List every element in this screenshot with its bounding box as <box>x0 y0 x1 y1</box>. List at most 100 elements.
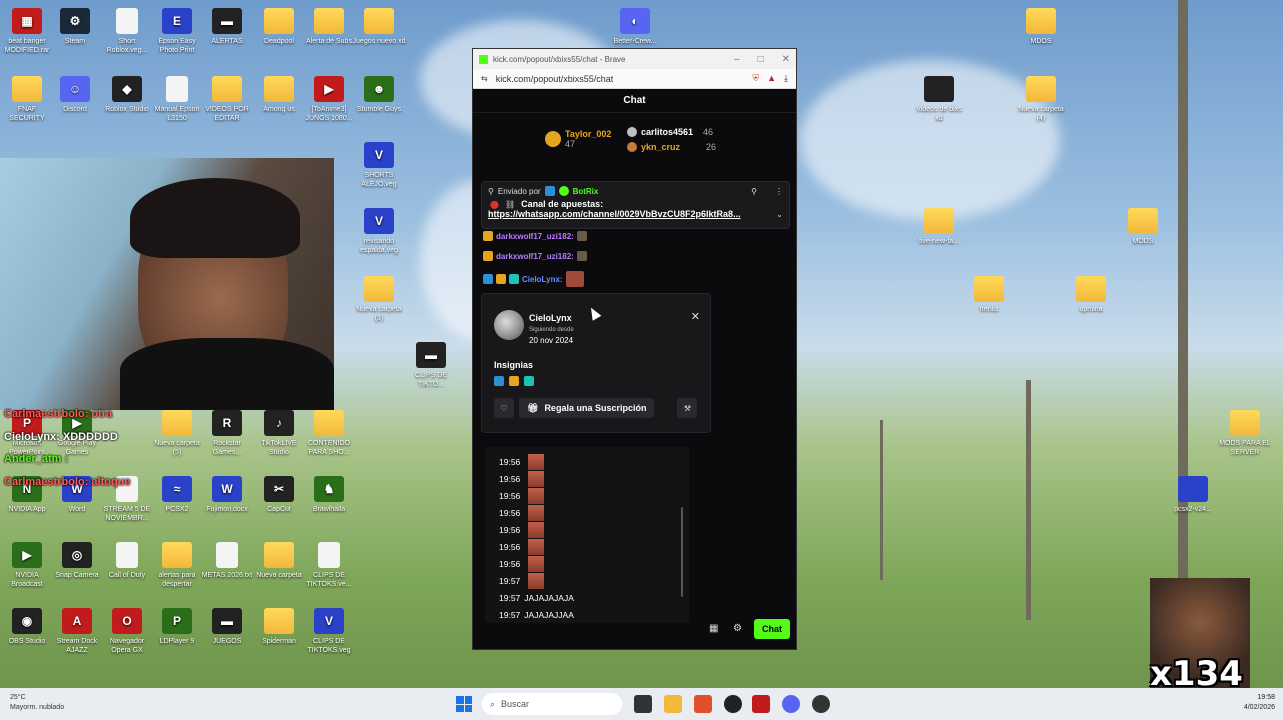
address-bar[interactable]: ⇆ kick.com/popout/xbixs55/chat ⛨ ▲ ⤓ <box>473 69 796 89</box>
more-options-icon[interactable]: ⋮ <box>775 187 783 196</box>
desktop-icon[interactable]: Nueva carpeta (5) <box>150 410 204 457</box>
desktop-icon[interactable]: Nueva carpeta (4) <box>1014 76 1068 123</box>
discord-icon[interactable] <box>782 695 800 713</box>
desktop-icon[interactable]: frenlis <box>962 276 1016 314</box>
desktop-icon[interactable]: Deadpool <box>252 8 306 46</box>
download-icon[interactable]: ⤓ <box>784 73 788 84</box>
desktop-icon[interactable]: pcsx2-v24... <box>1166 476 1220 514</box>
desktop-icon[interactable]: Manual Epson L3150 <box>150 76 204 123</box>
brave-icon[interactable] <box>694 695 712 713</box>
leaderboard-icon[interactable]: ▦ <box>709 623 718 634</box>
weather-widget[interactable]: 25°C Mayorm. nublado <box>10 693 64 713</box>
chat-username[interactable]: darkxwolf17_uzi182: <box>496 232 574 241</box>
desktop-icon[interactable]: upmina <box>1064 276 1118 314</box>
desktop-icon[interactable]: Nueva carpeta <box>252 542 306 580</box>
desktop-icon[interactable]: Vrevisando espalda.veg <box>352 208 406 255</box>
desktop-icon[interactable]: Spiderman <box>252 608 306 646</box>
leaderboard-entry[interactable]: Taylor_002 47 <box>545 129 611 149</box>
desktop-icon[interactable]: Videos de bixs xd <box>912 76 966 123</box>
expand-chevron-icon[interactable]: ⌄ <box>776 210 783 219</box>
desktop-icon[interactable]: ◆ Roblox Studio <box>100 76 154 114</box>
user-card-username[interactable]: CieloLynx <box>529 313 572 323</box>
close-icon[interactable]: ✕ <box>691 310 700 323</box>
desktop-icon[interactable]: FNAF SECURITY <box>0 76 54 123</box>
desktop-icon[interactable]: ▦ beat banger MODIFIED.rar <box>0 8 54 55</box>
desktop-icon[interactable]: V SHORTS ALEJO.veg <box>352 142 406 189</box>
chat-message[interactable]: darkxwolf17_uzi182: <box>483 231 587 241</box>
brave-shield-icon[interactable]: ⛨ <box>752 73 759 84</box>
site-info-icon[interactable]: ⇆ <box>481 74 488 83</box>
desktop-icon[interactable]: ♪ TikTokLIVE Studio <box>252 410 306 457</box>
leaderboard-entry[interactable]: ykn_cruz 26 <box>627 142 716 152</box>
desktop-icon[interactable]: ≈ PCSX2 <box>150 476 204 514</box>
desktop-icon[interactable]: Among us <box>252 76 306 114</box>
send-chat-button[interactable]: Chat <box>754 619 790 639</box>
chat-message[interactable]: CieloLynx: <box>483 271 584 287</box>
gear-icon[interactable]: ⚙ <box>733 623 742 634</box>
xbox-icon[interactable] <box>812 695 830 713</box>
desktop-icon[interactable]: ▬ JUEGOS <box>200 608 254 646</box>
window-titlebar[interactable]: kick.com/popout/xbixs55/chat - Brave – □… <box>473 49 796 69</box>
follow-heart-button[interactable]: ♡ <box>494 398 514 418</box>
stream-dock-icon[interactable] <box>752 695 770 713</box>
app-icon: ♪ <box>264 410 294 436</box>
unpin-icon[interactable]: ⚲ <box>751 187 757 196</box>
desktop-icon[interactable]: R Rockstar Games... <box>200 410 254 457</box>
desktop-icon[interactable]: ☻ Stumble Guys <box>352 76 406 114</box>
leaderboard-entry[interactable]: carlitos4561 46 <box>627 127 713 137</box>
desktop-icon[interactable]: O Navegador Opera GX <box>100 608 154 655</box>
obs-icon[interactable] <box>724 695 742 713</box>
desktop-icon[interactable]: MDOS <box>1014 8 1068 46</box>
gift-subscription-button[interactable]: 🎁︎ Regala una Suscripción <box>519 398 655 418</box>
desktop-icon[interactable]: ◎ Snap Camera <box>50 542 104 580</box>
desktop-icon[interactable]: ☺ Discord <box>48 76 102 114</box>
brave-rewards-icon[interactable]: ▲ <box>767 73 776 84</box>
mod-action-button[interactable]: ⚒ <box>677 398 698 418</box>
chat-username[interactable]: CieloLynx: <box>522 275 563 284</box>
desktop-icon[interactable]: ▬ CLIPS DE TIKTO... <box>404 342 458 389</box>
app-icon: ◐ <box>620 8 650 34</box>
desktop-icon[interactable]: ◉ OBS Studio <box>0 608 54 646</box>
desktop-icon[interactable]: V CLIPS DE TIKTOKS.veg <box>302 608 356 655</box>
desktop-icon[interactable]: W Fujimori.docx <box>200 476 254 514</box>
desktop-icon[interactable]: A Stream Dock AJAZZ <box>50 608 104 655</box>
desktop-icon[interactable]: ▶ NVIDIA Broadcast <box>0 542 54 589</box>
desktop-icon[interactable]: CONTENIDO PARA SHO... <box>302 410 356 457</box>
start-button[interactable] <box>456 696 472 712</box>
pinned-sender[interactable]: BotRix <box>573 187 599 196</box>
desktop-icon[interactable]: VIDEOS POR EDITAR <box>200 76 254 123</box>
desktop-icon[interactable]: five-new-fa... <box>912 208 966 246</box>
desktop-icon[interactable]: MODS PARA EL SERVER <box>1218 410 1272 457</box>
system-tray-clock[interactable]: 19:58 4/02/2026 <box>1244 693 1275 713</box>
close-icon[interactable]: ✕ <box>782 54 790 65</box>
desktop-icon[interactable]: ⚙ Steam <box>48 8 102 46</box>
desktop-icon[interactable]: Short Roblox.veg... <box>100 8 154 55</box>
url-text[interactable]: kick.com/popout/xbixs55/chat <box>496 74 614 84</box>
taskbar-search[interactable]: ⌕ Buscar <box>482 693 622 715</box>
desktop-icon[interactable]: Call of Duty <box>100 542 154 580</box>
task-view-icon[interactable] <box>634 695 652 713</box>
desktop-icon[interactable]: MODS <box>1116 208 1170 246</box>
desktop-icon[interactable]: P LDPlayer 9 <box>150 608 204 646</box>
desktop-icon-label: Nueva carpeta (5) <box>154 440 200 456</box>
desktop-icon[interactable]: ▶ [ToAnime3] JUNGS 1080... <box>302 76 356 123</box>
desktop-icon[interactable]: ✂ CapCut <box>252 476 306 514</box>
desktop-icon[interactable]: E Epson Easy Photo Print <box>150 8 204 55</box>
desktop-icon[interactable]: ♞ Brawlhalla <box>302 476 356 514</box>
app-icon: ♞ <box>314 476 344 502</box>
pinned-link[interactable]: https://whatsapp.com/channel/0029VbBvzCU… <box>488 209 741 219</box>
chat-username[interactable]: darkxwolf17_uzi182: <box>496 252 574 261</box>
desktop-icon[interactable]: ◐ Better-Crew... <box>608 8 662 46</box>
maximize-icon[interactable]: □ <box>758 54 764 65</box>
desktop-icon[interactable]: METAS 2026.txt <box>200 542 254 580</box>
desktop-icon[interactable]: Juegos nuevo xd <box>352 8 406 46</box>
desktop-icon[interactable]: Nueva carpeta (3) <box>352 276 406 323</box>
chat-message[interactable]: darkxwolf17_uzi182: <box>483 251 587 261</box>
desktop-icon[interactable]: CLIPS DE TIKTOKS.ve... <box>302 542 356 589</box>
desktop-icon[interactable]: Alerta de Subs <box>302 8 356 46</box>
desktop-icon[interactable]: ▬ ALERTAS <box>200 8 254 46</box>
scrollbar[interactable] <box>681 507 683 597</box>
file-explorer-icon[interactable] <box>664 695 682 713</box>
desktop-icon[interactable]: alertas para despertar <box>150 542 204 589</box>
minimize-icon[interactable]: – <box>734 54 740 65</box>
